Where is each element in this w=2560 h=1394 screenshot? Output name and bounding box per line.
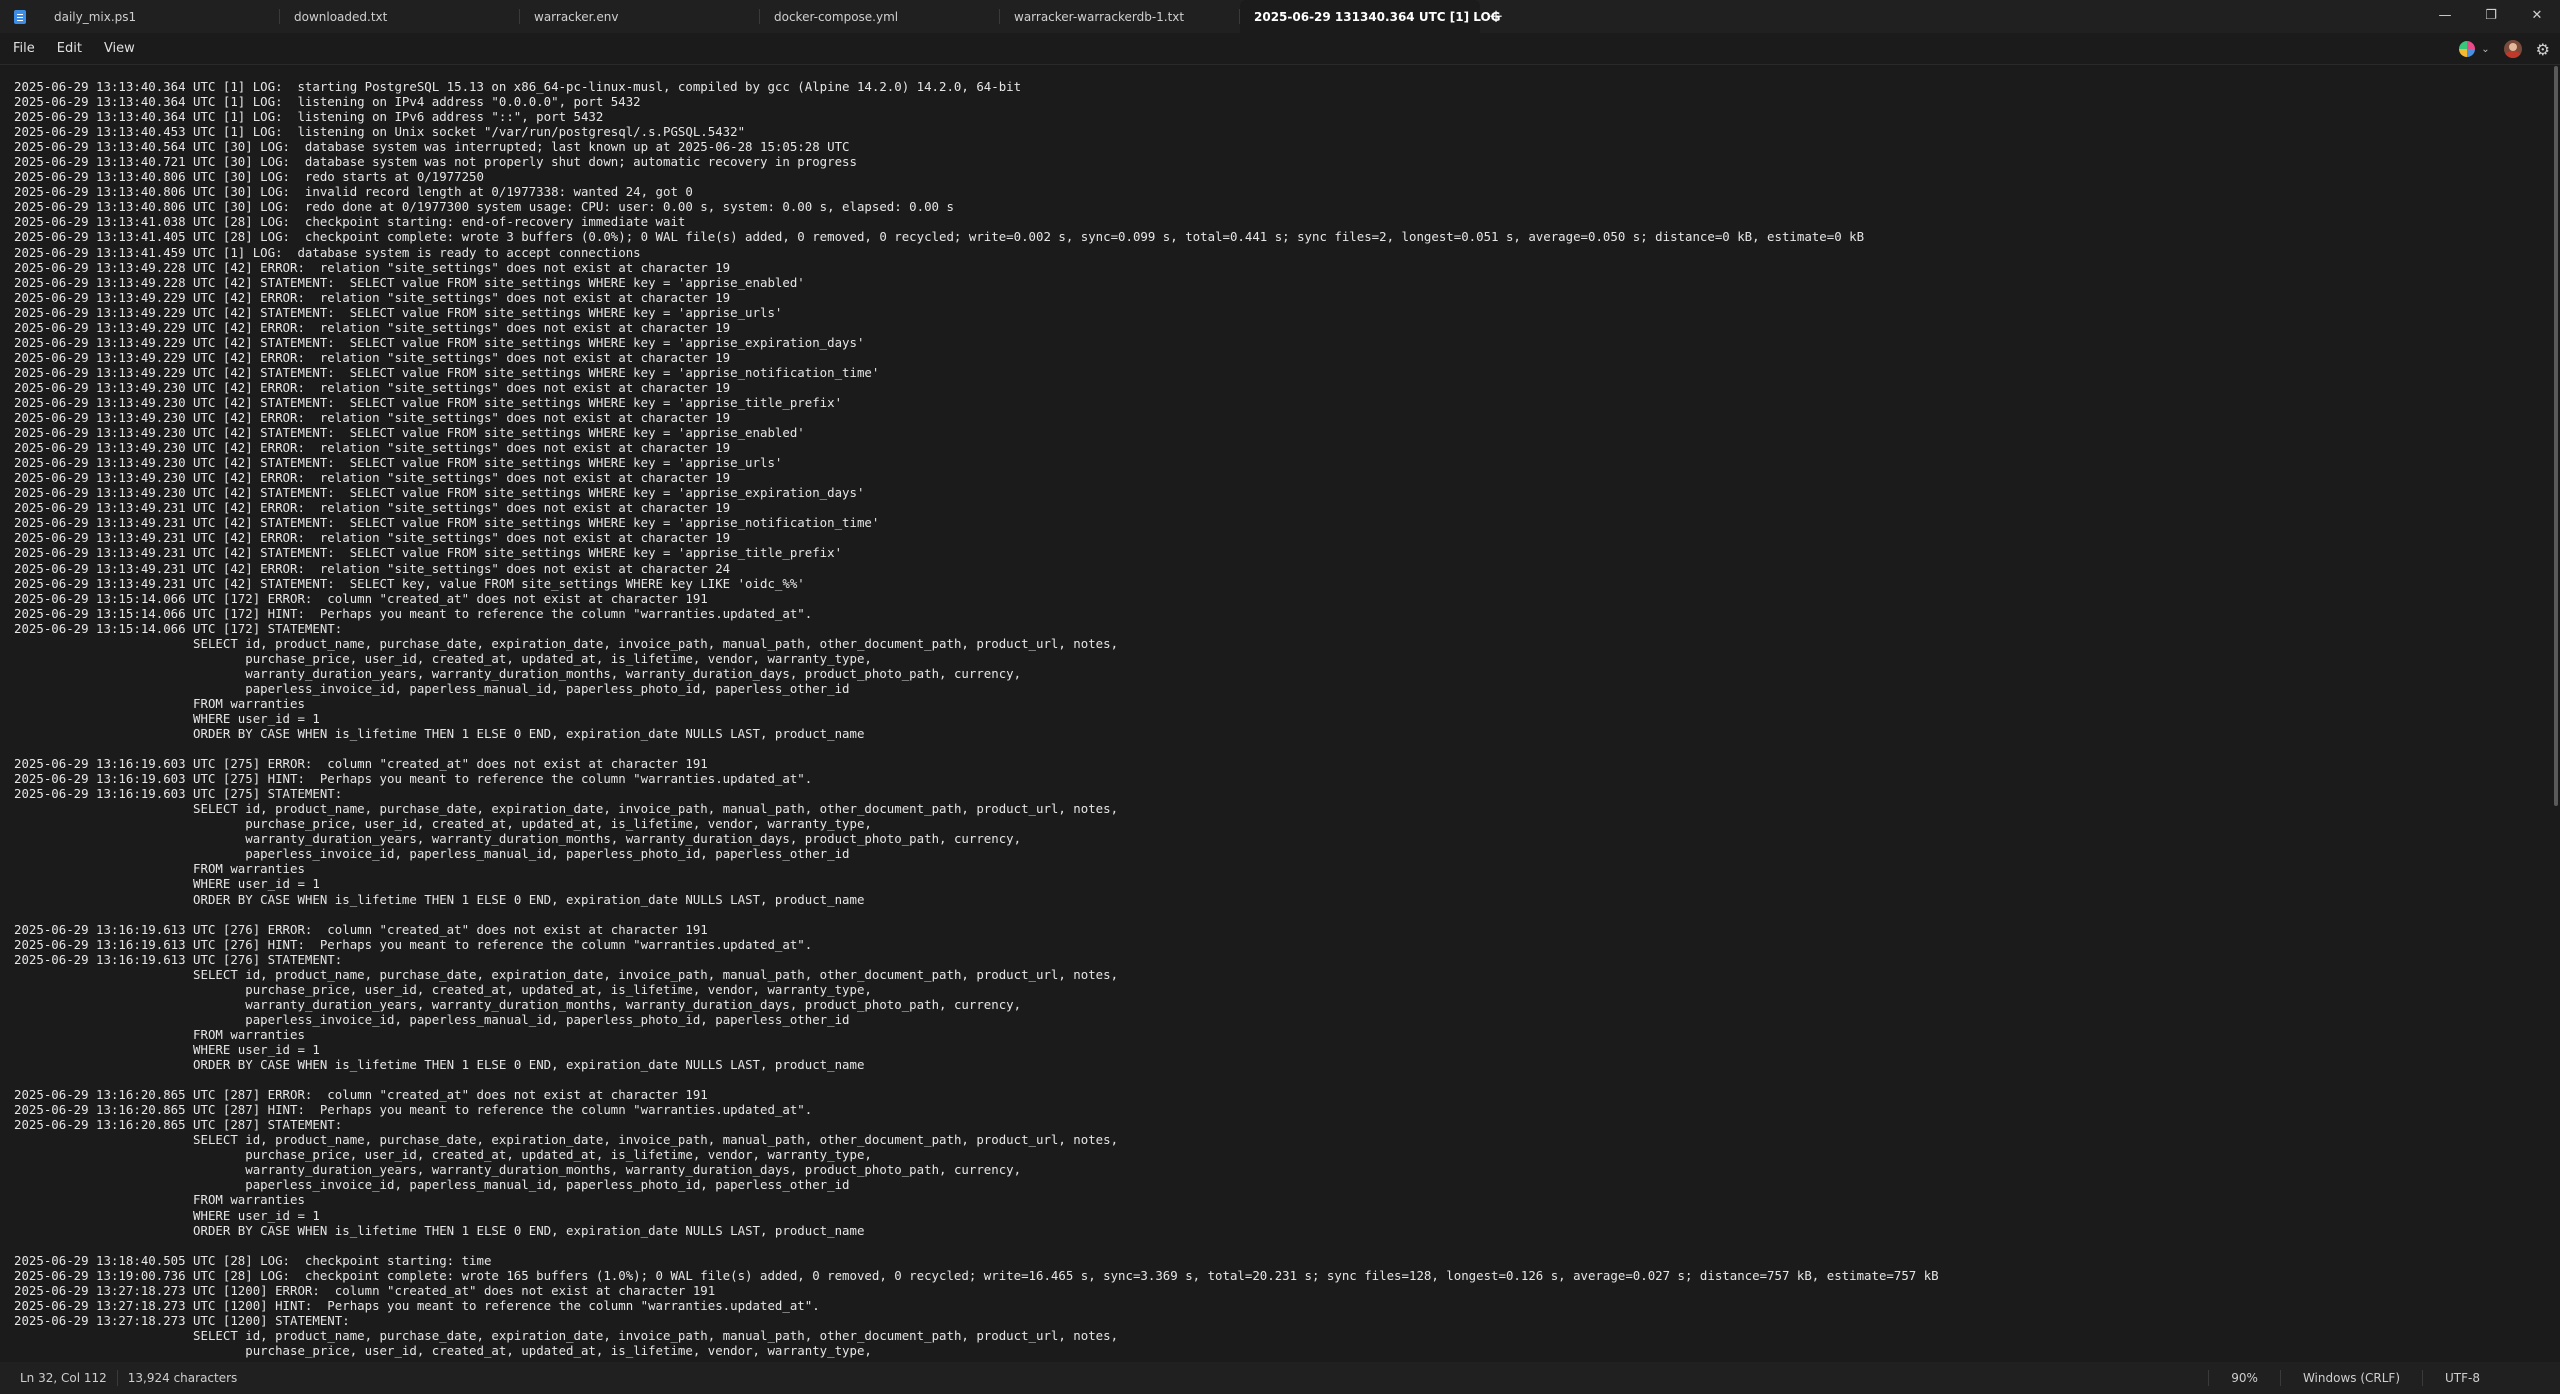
encoding[interactable]: UTF-8 bbox=[2423, 1371, 2560, 1385]
tab-label: warracker-warrackerdb-1.txt bbox=[1014, 9, 1185, 24]
tab-downloaded[interactable]: downloaded.txt bbox=[280, 0, 520, 33]
copilot-icon[interactable] bbox=[2459, 41, 2476, 57]
vertical-scrollbar[interactable] bbox=[2554, 66, 2558, 806]
close-icon: ✕ bbox=[2531, 7, 2543, 23]
status-right: 90% Windows (CRLF) UTF-8 bbox=[2208, 1362, 2560, 1394]
notepad-app-icon bbox=[0, 0, 40, 33]
character-count: 13,924 characters bbox=[127, 1371, 238, 1385]
text-editor[interactable]: 2025-06-29 13:13:40.364 UTC [1] LOG: sta… bbox=[0, 66, 2552, 1362]
menu-edit[interactable]: Edit bbox=[46, 41, 93, 56]
line-ending[interactable]: Windows (CRLF) bbox=[2281, 1371, 2422, 1385]
window-controls: — ❐ ✕ bbox=[2422, 0, 2560, 33]
minimize-icon: — bbox=[2438, 7, 2452, 23]
restore-icon: ❐ bbox=[2485, 7, 2497, 23]
status-bar: Ln 32, Col 112 13,924 characters 90% Win… bbox=[0, 1362, 2560, 1394]
tab-label: docker-compose.yml bbox=[774, 9, 899, 24]
tab-label: daily_mix.ps1 bbox=[54, 9, 137, 24]
tab-docker-compose[interactable]: docker-compose.yml bbox=[760, 0, 1000, 33]
tab-active-log[interactable]: 2025-06-29 131340.364 UTC [1] LOG bbox=[1240, 0, 1501, 33]
tab-warracker-env[interactable]: warracker.env bbox=[520, 0, 760, 33]
maximize-button[interactable]: ❐ bbox=[2468, 0, 2514, 30]
account-avatar-icon[interactable] bbox=[2503, 40, 2522, 58]
editor-content[interactable]: 2025-06-29 13:13:40.364 UTC [1] LOG: sta… bbox=[0, 66, 2552, 1358]
menu-view[interactable]: View bbox=[93, 41, 146, 56]
cursor-position: Ln 32, Col 112 bbox=[20, 1371, 107, 1385]
menu-right-tools: ⌄ ⚙ bbox=[2459, 33, 2550, 65]
menu-file[interactable]: File bbox=[2, 41, 46, 56]
minimize-button[interactable]: — bbox=[2422, 0, 2468, 30]
zoom-level[interactable]: 90% bbox=[2209, 1371, 2280, 1385]
tab-bar: daily_mix.ps1 downloaded.txt warracker.e… bbox=[0, 0, 2560, 33]
close-button[interactable]: ✕ bbox=[2514, 0, 2560, 30]
tab-label: downloaded.txt bbox=[294, 9, 388, 24]
settings-gear-icon[interactable]: ⚙ bbox=[2536, 40, 2550, 59]
notepad-icon bbox=[14, 9, 26, 24]
menu-bar: File Edit View ⌄ ⚙ bbox=[0, 33, 2560, 65]
tab-label: 2025-06-29 131340.364 UTC [1] LOG bbox=[1254, 9, 1501, 24]
tab-label: warracker.env bbox=[534, 9, 619, 24]
chevron-down-icon[interactable]: ⌄ bbox=[2481, 44, 2489, 55]
tab-daily-mix[interactable]: daily_mix.ps1 bbox=[40, 0, 280, 33]
tab-warrackerdb[interactable]: warracker-warrackerdb-1.txt bbox=[1000, 0, 1240, 33]
